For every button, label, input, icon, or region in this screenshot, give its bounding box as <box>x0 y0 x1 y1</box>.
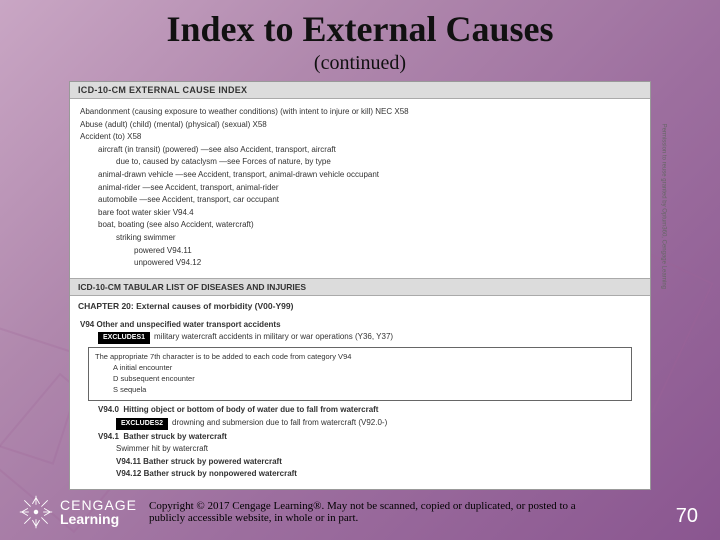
index-line: due to, caused by cataclysm —see Forces … <box>80 156 640 168</box>
index-line: Accident (to) X58 <box>80 131 640 143</box>
panel-header: ICD-10-CM EXTERNAL CAUSE INDEX <box>70 82 650 99</box>
index-line: boat, boating (see also Accident, waterc… <box>80 219 640 231</box>
code-v940: V94.0 Hitting object or bottom of body o… <box>80 404 640 416</box>
excludes1: EXCLUDES1military watercraft accidents i… <box>80 331 640 344</box>
index-line: powered V94.11 <box>80 245 640 257</box>
index-line: animal-rider —see Accident, transport, a… <box>80 182 640 194</box>
brand-bot: Learning <box>60 512 137 526</box>
panel-subheader: ICD-10-CM TABULAR LIST OF DISEASES AND I… <box>70 278 650 296</box>
side-caption: Permission to reuse granted by Optum360,… <box>660 123 666 288</box>
excludes2: EXCLUDES2drowning and submersion due to … <box>80 417 640 430</box>
copyright-text: Copyright © 2017 Cengage Learning®. May … <box>149 500 609 524</box>
index-line: animal-drawn vehicle —see Accident, tran… <box>80 169 640 181</box>
code-v9411: V94.11 Bather struck by powered watercra… <box>80 456 640 468</box>
code-v9412: V94.12 Bather struck by nonpowered water… <box>80 468 640 480</box>
index-line: Abandonment (causing exposure to weather… <box>80 106 640 118</box>
index-line: aircraft (in transit) (powered) —see als… <box>80 144 640 156</box>
index-line: bare foot water skier V94.4 <box>80 207 640 219</box>
slide-subtitle: (continued) <box>0 52 720 75</box>
index-line: Abuse (adult) (child) (mental) (physical… <box>80 119 640 131</box>
index-panel: Permission to reuse granted by Optum360,… <box>69 81 651 490</box>
index-line: unpowered V94.12 <box>80 257 640 269</box>
index-line: automobile —see Accident, transport, car… <box>80 194 640 206</box>
brand-top: CENGAGE <box>60 498 137 512</box>
index-line: striking swimmer <box>80 232 640 244</box>
chapter-heading: CHAPTER 20: External causes of morbidity… <box>70 296 650 316</box>
slide-title: Index to External Causes <box>0 8 720 50</box>
sub-note: Swimmer hit by watercraft <box>80 443 640 455</box>
starburst-icon <box>18 494 54 530</box>
code-v94: V94 Other and unspecified water transpor… <box>80 319 640 331</box>
brand-logo: CENGAGE Learning <box>18 494 137 530</box>
code-v941: V94.1 Bather struck by watercraft <box>80 431 640 443</box>
page-number: 70 <box>676 505 698 528</box>
char-box: The appropriate 7th character is to be a… <box>88 347 632 401</box>
